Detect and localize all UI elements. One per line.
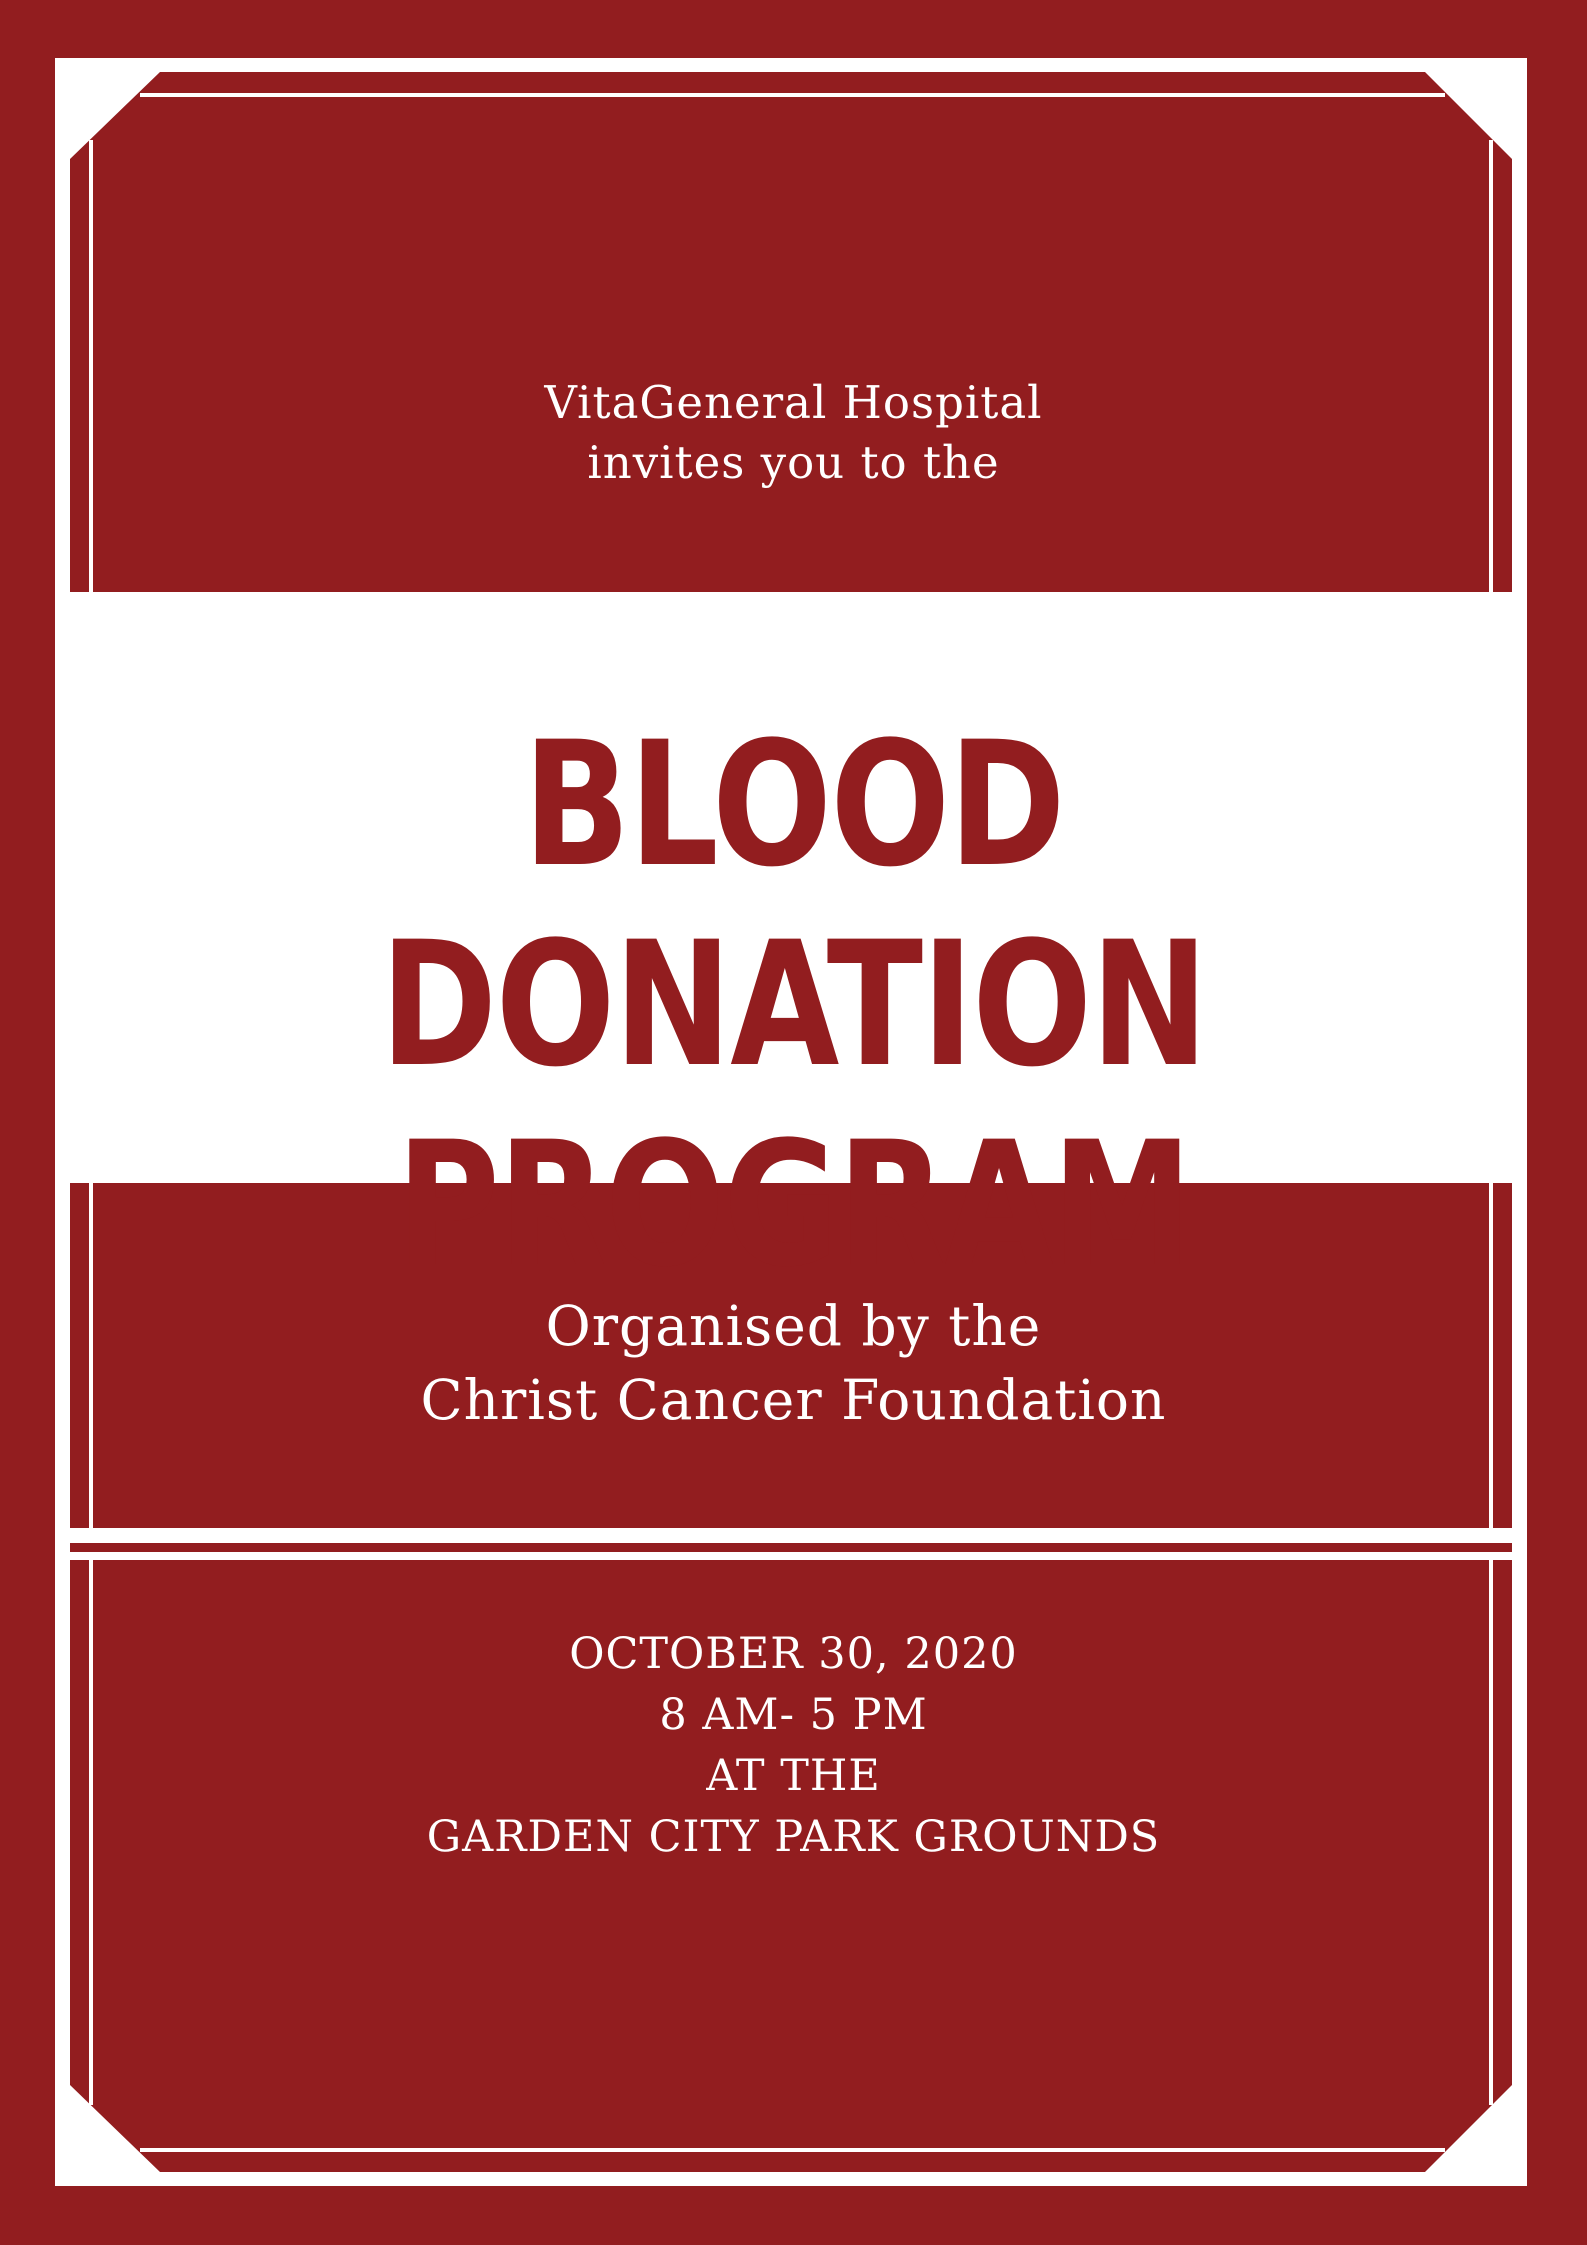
organised-by-line: Organised by the <box>545 1294 1042 1358</box>
divider-strip <box>70 1543 1512 1552</box>
poster: VitaGeneral Hospital invites you to the … <box>0 0 1587 2245</box>
title-line-1: BLOOD DONATION <box>380 704 1208 1105</box>
event-time: 8 AM- 5 PM <box>659 1690 928 1740</box>
top-red-panel <box>70 72 1512 592</box>
organiser-text: Organised by the Christ Cancer Foundatio… <box>0 1289 1587 1437</box>
invites-line: invites you to the <box>587 436 1000 489</box>
event-date: OCTOBER 30, 2020 <box>569 1629 1018 1679</box>
foundation-name: Christ Cancer Foundation <box>420 1368 1167 1432</box>
event-venue: GARDEN CITY PARK GROUNDS <box>426 1812 1161 1862</box>
event-at: AT THE <box>706 1751 881 1801</box>
hospital-name: VitaGeneral Hospital <box>544 376 1043 429</box>
invitation-text: VitaGeneral Hospital invites you to the <box>0 373 1587 493</box>
page-title: BLOOD DONATION PROGRAM <box>143 705 1444 1305</box>
event-details: OCTOBER 30, 2020 8 AM- 5 PM AT THE GARDE… <box>0 1624 1587 1868</box>
title-line-2: PROGRAM <box>396 1104 1192 1305</box>
